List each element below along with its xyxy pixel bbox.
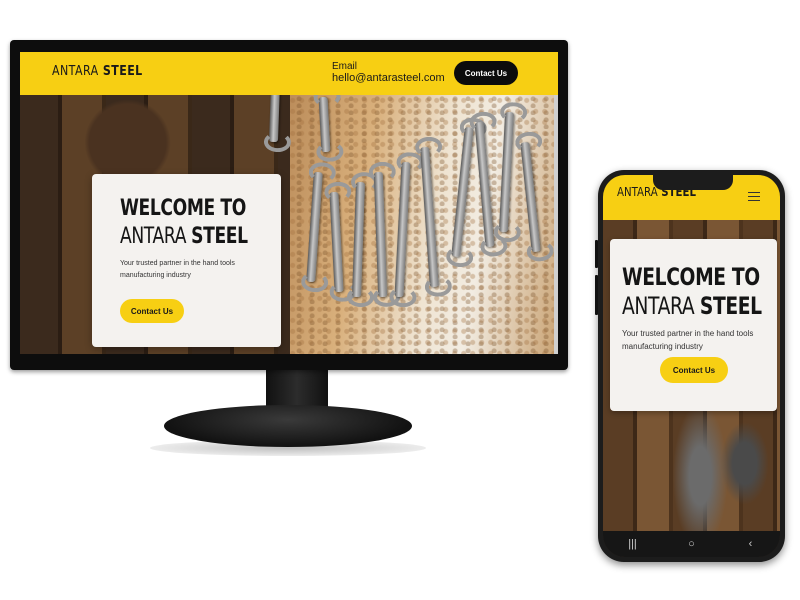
hero-title-prefix: ANTARA [120,224,187,249]
hero-card: WELCOME TO ANTARA STEEL Your trusted par… [92,174,281,347]
hero-subtitle: Your trusted partner in the hand tools m… [622,329,754,351]
mobile-screen: ANTARA STEEL WELCOME TO ANTARA STEEL You… [603,175,780,557]
volume-button [595,240,598,268]
mobile-hero-contact-button[interactable]: Contact Us [660,357,728,383]
recent-apps-icon[interactable]: ||| [618,538,648,550]
mobile-phone: ANTARA STEEL WELCOME TO ANTARA STEEL You… [595,170,785,562]
desktop-screen: ANTARA STEEL Email hello@antarasteel.com… [20,52,558,354]
wrench-graphic [420,146,439,288]
monitor-stand-base [164,405,412,447]
hero-title-suffix: STEEL [699,292,762,320]
logo-suffix: STEEL [102,64,143,79]
wrench-graphic [451,126,474,258]
hero-title-prefix: ANTARA [622,292,695,320]
hero-subtitle: Your trusted partner in the hand tools m… [120,260,235,279]
logo-prefix: ANTARA [617,185,658,199]
back-icon[interactable]: ‹ [736,538,766,550]
phone-notch [653,175,733,190]
email-link[interactable]: hello@antarasteel.com [332,72,445,84]
hero-title-line2: ANTARA STEEL [622,292,762,320]
hero-title-line1: WELCOME TO [622,263,760,291]
page-scrollbar[interactable] [554,95,558,354]
wrench-graphic [474,121,495,248]
mobile-hero-card: WELCOME TO ANTARA STEEL Your trusted par… [610,239,777,411]
header-contact-button[interactable]: Contact Us [454,61,518,85]
logo-prefix: ANTARA [52,64,99,79]
hero-title-line2: ANTARA STEEL [120,224,248,249]
site-logo[interactable]: ANTARA STEEL [52,64,143,79]
wrench-graphic [394,161,411,298]
wrench-graphic [329,191,344,293]
desktop-monitor: ANTARA STEEL Email hello@antarasteel.com… [10,40,568,370]
site-header: ANTARA STEEL Email hello@antarasteel.com… [20,52,558,95]
home-icon[interactable]: ○ [677,538,707,550]
hero-title-suffix: STEEL [191,224,248,249]
wrench-graphic [306,171,323,283]
wrench-graphic [318,96,331,153]
volume-button [595,275,598,315]
wrench-graphic [498,111,515,233]
hero-contact-button[interactable]: Contact Us [120,299,184,323]
android-nav-bar: ||| ○ ‹ [603,531,780,557]
wrench-board-image [268,52,558,354]
hamburger-menu-icon[interactable] [748,192,760,201]
wrench-graphic [351,181,366,298]
wrench-graphic [373,171,388,298]
hero-title-line1: WELCOME TO [120,196,246,221]
wrench-graphic [520,141,541,253]
email-label: Email [332,61,358,72]
